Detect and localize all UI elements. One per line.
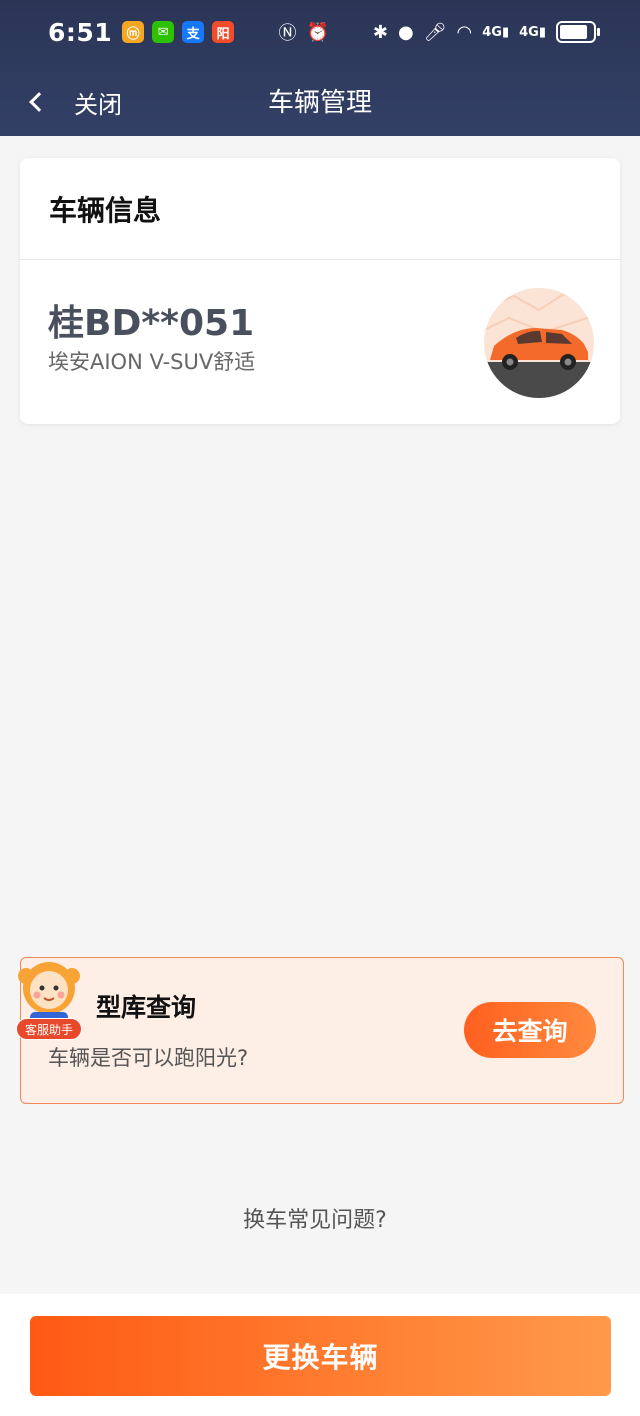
car-illustration [484, 288, 594, 398]
vehicle-model: 埃安AION V-SUV舒适 [48, 350, 256, 374]
bluetooth-icon: ✱ [372, 21, 388, 43]
vehicle-info-header: 车辆信息 [20, 158, 620, 260]
query-title: 型库查询 [96, 993, 197, 1022]
vehicle-info-card[interactable]: 车辆信息 桂BD**051 埃安AION V-SUV舒适 [20, 158, 620, 424]
battery-level [560, 25, 588, 39]
wifi-icon: ◠ [456, 21, 473, 43]
back-chevron-icon [29, 92, 49, 112]
shopping-app-icon: ⓜ [122, 21, 145, 43]
customer-service-assistant[interactable]: 客服助手 [14, 954, 84, 1040]
close-label: 关闭 [74, 90, 122, 119]
go-query-button[interactable]: 去查询 [464, 1002, 596, 1058]
bottom-action-bar: 更换车辆 [0, 1294, 640, 1416]
signal-4g-2-icon: 4G▮ [519, 24, 546, 40]
close-button[interactable]: 关闭 [24, 82, 134, 122]
assistant-avatar-icon [18, 962, 80, 1024]
navigation-bar: 车辆管理 关闭 [0, 64, 640, 136]
notification-app-icons: ⓜ ✉ 支 阳 [122, 21, 235, 43]
battery-icon [556, 21, 600, 43]
wechat-icon: ✉ [152, 21, 175, 43]
mic-icon: 🎤︎ [423, 21, 447, 43]
alarm-icon: ⏰ [306, 21, 329, 43]
status-bar: 6:51 ⓜ ✉ 支 阳 Ⓝ ⏰ ✱ ● 🎤︎ ◠ 4G▮ 4G▮ [0, 0, 640, 64]
query-subtitle: 车辆是否可以跑阳光? [48, 1046, 249, 1070]
change-vehicle-button[interactable]: 更换车辆 [30, 1316, 611, 1396]
assistant-label: 客服助手 [16, 1018, 82, 1040]
alipay-icon: 支 [182, 21, 205, 43]
location-icon: ● [397, 21, 414, 43]
yangguang-app-icon: 阳 [212, 21, 235, 43]
signal-4g-icon: 4G▮ [482, 24, 510, 40]
nfc-icon: Ⓝ [278, 23, 297, 44]
top-header: 6:51 ⓜ ✉ 支 阳 Ⓝ ⏰ ✱ ● 🎤︎ ◠ 4G▮ 4G▮ 车辆管理 关… [0, 0, 640, 136]
model-library-query-card[interactable]: 型库查询 车辆是否可以跑阳光? 去查询 [20, 957, 624, 1104]
license-plate: 桂BD**051 [48, 303, 255, 344]
status-icons: Ⓝ ⏰ ✱ ● 🎤︎ ◠ 4G▮ 4G▮ [278, 19, 600, 45]
faq-link[interactable]: 换车常见问题? [0, 1202, 630, 1234]
status-time: 6:51 [48, 17, 113, 47]
